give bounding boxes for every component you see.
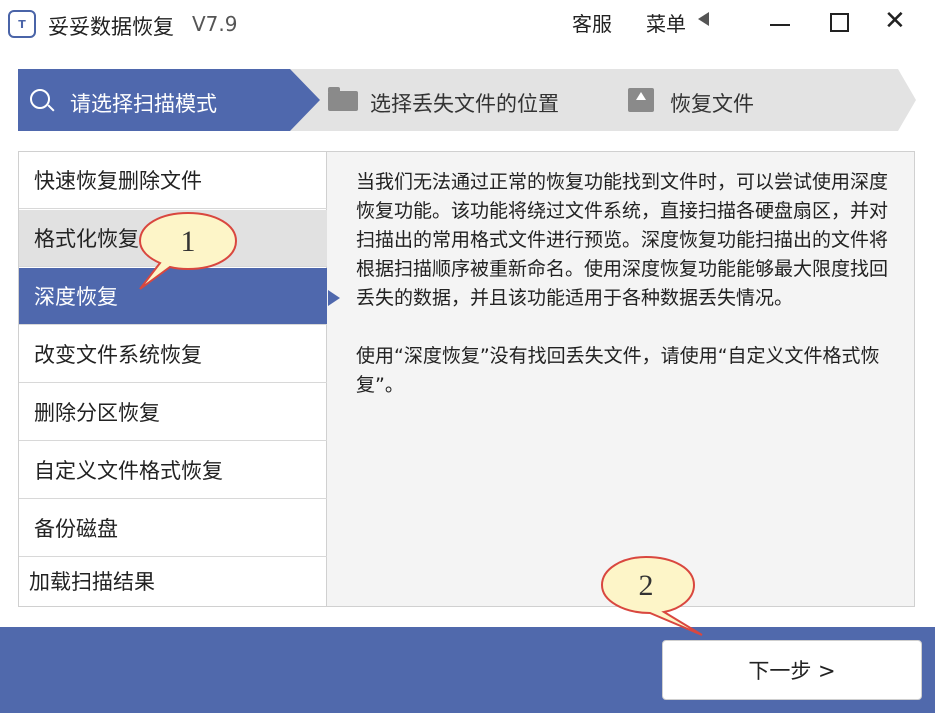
customer-service-button[interactable]: 客服 [572, 8, 612, 37]
app-version: V7.9 [192, 12, 238, 36]
mode-deleted-partition-recovery[interactable]: 删除分区恢复 [19, 384, 327, 441]
step-select-scan-mode: 请选择扫描模式 [70, 92, 217, 116]
maximize-icon[interactable] [830, 13, 849, 32]
recovery-app-icon: T [8, 10, 36, 38]
next-step-button[interactable]: 下一步 > [662, 640, 922, 700]
mode-change-filesystem-recovery[interactable]: 改变文件系统恢复 [19, 326, 327, 383]
recover-icon [628, 88, 654, 112]
mode-custom-format-recovery[interactable]: 自定义文件格式恢复 [19, 442, 327, 499]
mode-quick-recovery[interactable]: 快速恢复删除文件 [19, 152, 327, 209]
folder-icon [328, 87, 358, 111]
menu-button[interactable]: 菜单 [646, 8, 686, 37]
description-tip: 使用“深度恢复”没有找回丢失文件，请使用“自定义文件格式恢复”。 [356, 345, 880, 396]
menu-arrow-icon[interactable] [698, 12, 709, 26]
callout-1: 1 [138, 211, 238, 290]
app-title: 妥妥数据恢复 [48, 15, 174, 39]
mode-description: 当我们无法通过正常的恢复功能找到文件时，可以尝试使用深度恢复功能。该功能将绕过文… [356, 168, 896, 429]
title-bar: T 妥妥数据恢复 V7.9 客服 菜单 ✕ [0, 0, 935, 48]
mode-load-scan-result[interactable]: 加载扫描结果 [19, 556, 327, 606]
search-icon [30, 89, 50, 109]
selection-pointer-icon [328, 290, 340, 306]
callout-2: 2 [600, 555, 703, 636]
close-icon[interactable]: ✕ [884, 8, 906, 34]
mode-backup-disk[interactable]: 备份磁盘 [19, 500, 327, 557]
description-paragraph: 当我们无法通过正常的恢复功能找到文件时，可以尝试使用深度恢复功能。该功能将绕过文… [356, 171, 889, 309]
minimize-icon[interactable] [770, 24, 790, 26]
step-recover-files: 恢复文件 [670, 92, 754, 116]
step-breadcrumb: 请选择扫描模式 选择丢失文件的位置 恢复文件 [18, 69, 916, 131]
step-select-location: 选择丢失文件的位置 [370, 92, 559, 116]
callout-1-number: 1 [181, 225, 196, 258]
callout-2-number: 2 [639, 569, 654, 602]
